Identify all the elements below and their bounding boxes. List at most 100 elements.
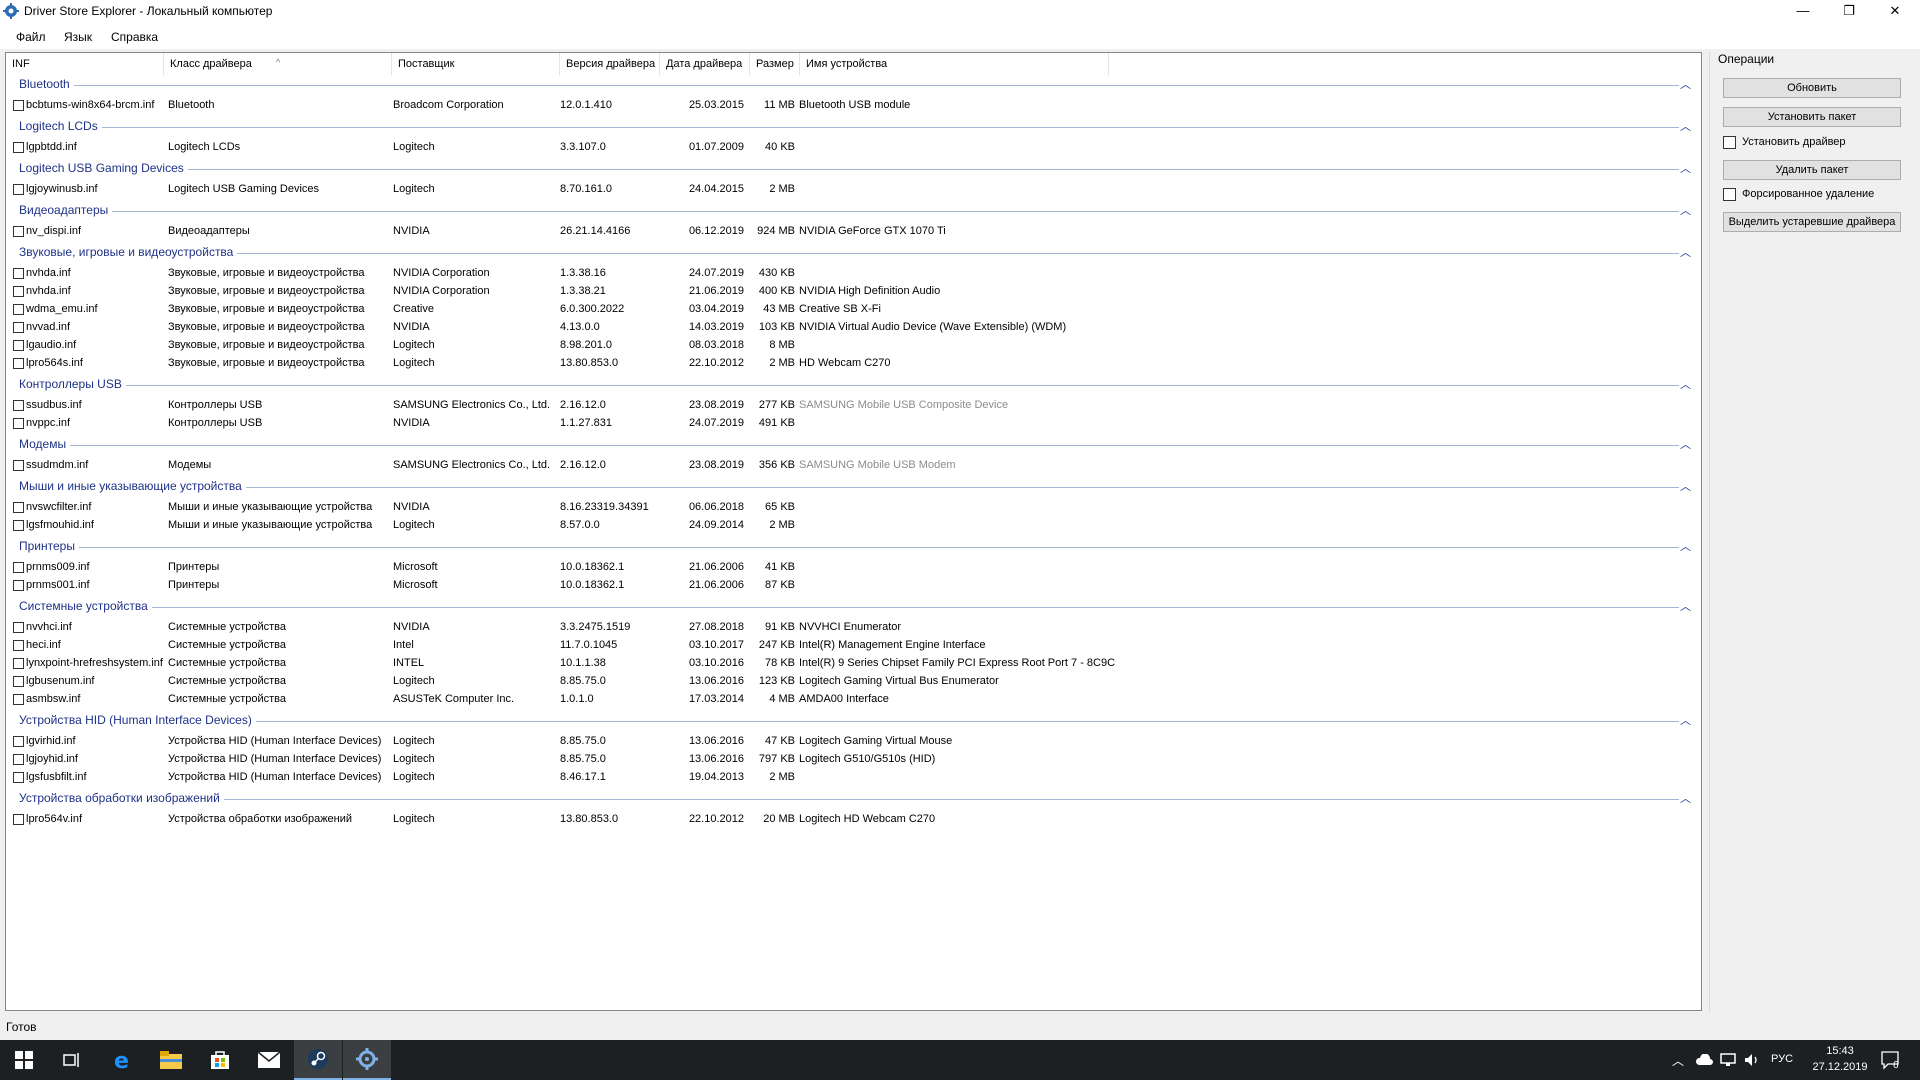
driver-row[interactable]: nvvhci.inf Системные устройства NVIDIA 3.3.… [6,619,1701,637]
collapse-chevron-icon[interactable]: ︿ [1680,376,1691,392]
edge-button[interactable]: e [99,1040,147,1080]
clock-date[interactable]: 27.12.2019 [1808,1061,1872,1073]
network-icon[interactable] [1720,1053,1736,1067]
menu-language[interactable]: Язык [64,30,92,44]
store-button[interactable] [196,1040,244,1080]
driver-row[interactable]: lgjoywinusb.inf Logitech USB Gaming Devic… [6,181,1701,199]
row-checkbox[interactable] [13,562,24,573]
row-checkbox[interactable] [13,418,24,429]
collapse-chevron-icon[interactable]: ︿ [1680,790,1691,806]
volume-icon[interactable] [1744,1053,1760,1067]
row-checkbox[interactable] [13,736,24,747]
force-delete-checkbox[interactable] [1723,188,1736,201]
row-checkbox[interactable] [13,694,24,705]
select-old-drivers-button[interactable]: Выделить устаревшие драйвера [1723,212,1901,232]
collapse-chevron-icon[interactable]: ︿ [1680,598,1691,614]
col-inf[interactable]: INF [6,53,164,75]
driver-row[interactable]: lpro564v.inf Устройства обработки изображ… [6,811,1701,829]
task-view-button[interactable] [48,1040,96,1080]
driver-row[interactable]: prnms001.inf Принтеры Microsoft 10.0.18362.… [6,577,1701,595]
collapse-chevron-icon[interactable]: ︿ [1680,244,1691,260]
driver-row[interactable]: nvhda.inf Звуковые, игровые и видеоустрой… [6,283,1701,301]
group-header[interactable]: Контроллеры USB ︿ [6,375,1701,395]
minimize-button[interactable]: — [1780,0,1826,23]
row-checkbox[interactable] [13,340,24,351]
clock-time[interactable]: 15:43 [1818,1045,1862,1057]
group-header[interactable]: Звуковые, игровые и видеоустройства ︿ [6,243,1701,263]
group-header[interactable]: Принтеры ︿ [6,537,1701,557]
install-driver-checkbox[interactable] [1723,136,1736,149]
row-checkbox[interactable] [13,460,24,471]
driver-row[interactable]: lgjoyhid.inf Устройства HID (Human Interf… [6,751,1701,769]
mail-button[interactable] [245,1040,293,1080]
driver-row[interactable]: lgvirhid.inf Устройства HID (Human Interf… [6,733,1701,751]
driver-row[interactable]: lgpbtdd.inf Logitech LCDs Logitech 3.3.107.… [6,139,1701,157]
collapse-chevron-icon[interactable]: ︿ [1680,118,1691,134]
install-package-button[interactable]: Установить пакет [1723,107,1901,127]
driver-store-explorer-button[interactable] [343,1040,391,1080]
col-provider[interactable]: Поставщик [392,53,560,75]
driver-row[interactable]: lgsfmouhid.inf Мыши и иные указывающие ус… [6,517,1701,535]
col-class[interactable]: Класс драйвера ^ [164,53,392,75]
close-button[interactable]: ✕ [1872,0,1918,23]
driver-row[interactable]: nvppc.inf Контроллеры USB NVIDIA 1.1.27.831… [6,415,1701,433]
driver-row[interactable]: nv_dispi.inf Видеоадаптеры NVIDIA 26.21.14.… [6,223,1701,241]
driver-row[interactable]: ssudbus.inf Контроллеры USB SAMSUNG Electr… [6,397,1701,415]
driver-list[interactable]: INF Класс драйвера ^ Поставщик Версия дра… [5,52,1702,1011]
explorer-button[interactable] [147,1040,195,1080]
group-header[interactable]: Logitech USB Gaming Devices ︿ [6,159,1701,179]
row-checkbox[interactable] [13,400,24,411]
group-header[interactable]: Модемы ︿ [6,435,1701,455]
driver-row[interactable]: wdma_emu.inf Звуковые, игровые и видеоуст… [6,301,1701,319]
collapse-chevron-icon[interactable]: ︿ [1680,202,1691,218]
collapse-chevron-icon[interactable]: ︿ [1680,538,1691,554]
start-button[interactable] [0,1040,48,1080]
show-hidden-icons-chevron-icon[interactable]: ︿ [1672,1052,1684,1069]
row-checkbox[interactable] [13,184,24,195]
menu-file[interactable]: Файл [16,30,46,44]
collapse-chevron-icon[interactable]: ︿ [1680,712,1691,728]
driver-row[interactable]: lgbusenum.inf Системные устройства Logitec… [6,673,1701,691]
col-version[interactable]: Версия драйвера [560,53,660,75]
row-checkbox[interactable] [13,226,24,237]
onedrive-cloud-icon[interactable] [1695,1054,1713,1066]
row-checkbox[interactable] [13,676,24,687]
row-checkbox[interactable] [13,100,24,111]
collapse-chevron-icon[interactable]: ︿ [1680,76,1691,92]
row-checkbox[interactable] [13,754,24,765]
row-checkbox[interactable] [13,304,24,315]
group-header[interactable]: Устройства обработки изображений ︿ [6,789,1701,809]
driver-row[interactable]: lgsfusbfilt.inf Устройства HID (Human Int… [6,769,1701,787]
group-header[interactable]: Logitech LCDs ︿ [6,117,1701,137]
collapse-chevron-icon[interactable]: ︿ [1680,478,1691,494]
driver-row[interactable]: lpro564s.inf Звуковые, игровые и видеоуст… [6,355,1701,373]
group-header[interactable]: Устройства HID (Human Interface Devices)… [6,711,1701,731]
menu-help[interactable]: Справка [111,30,158,44]
collapse-chevron-icon[interactable]: ︿ [1680,436,1691,452]
driver-row[interactable]: prnms009.inf Принтеры Microsoft 10.0.18362.… [6,559,1701,577]
col-device[interactable]: Имя устройства [800,53,1109,75]
row-checkbox[interactable] [13,286,24,297]
row-checkbox[interactable] [13,322,24,333]
row-checkbox[interactable] [13,658,24,669]
driver-row[interactable]: nvvad.inf Звуковые, игровые и видеоустрой… [6,319,1701,337]
row-checkbox[interactable] [13,502,24,513]
driver-row[interactable]: nvswcfilter.inf Мыши и иные указывающие у… [6,499,1701,517]
language-indicator[interactable]: РУС [1771,1053,1793,1065]
group-header[interactable]: Bluetooth ︿ [6,75,1701,95]
steam-button[interactable] [294,1040,342,1080]
col-date[interactable]: Дата драйвера [660,53,750,75]
row-checkbox[interactable] [13,268,24,279]
col-size[interactable]: Размер [750,53,800,75]
row-checkbox[interactable] [13,814,24,825]
driver-row[interactable]: lgaudio.inf Звуковые, игровые и видеоустр… [6,337,1701,355]
driver-row[interactable]: bcbtums-win8x64-brcm.inf Bluetooth Broadco… [6,97,1701,115]
restore-button[interactable]: ❐ [1826,0,1872,23]
row-checkbox[interactable] [13,772,24,783]
row-checkbox[interactable] [13,640,24,651]
collapse-chevron-icon[interactable]: ︿ [1680,160,1691,176]
row-checkbox[interactable] [13,358,24,369]
driver-row[interactable]: ssudmdm.inf Модемы SAMSUNG Electronics Co.… [6,457,1701,475]
row-checkbox[interactable] [13,580,24,591]
driver-row[interactable]: asmbsw.inf Системные устройства ASUSTeK Co… [6,691,1701,709]
